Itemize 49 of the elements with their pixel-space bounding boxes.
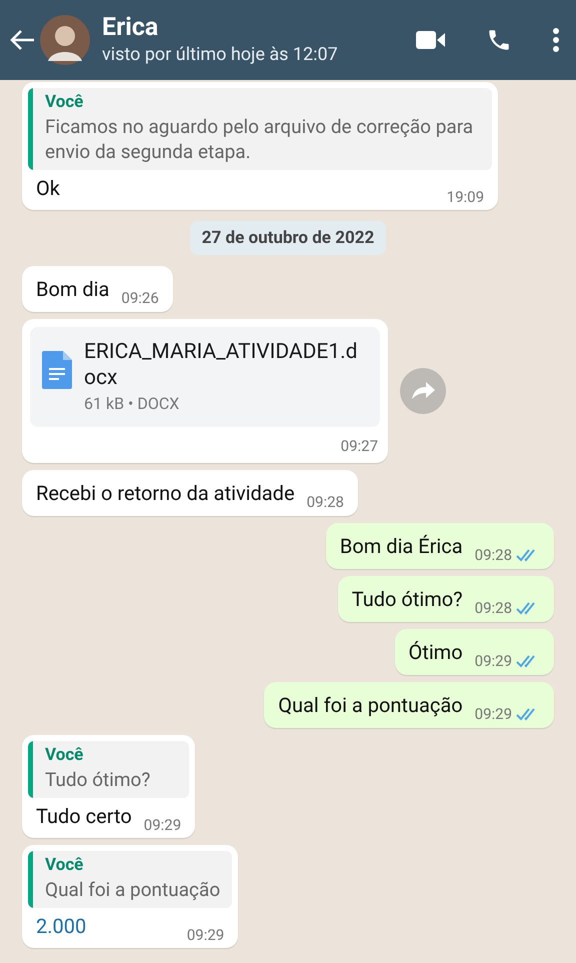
message-time: 19:09 — [446, 188, 484, 206]
message-bubble[interactable]: Você Ficamos no aguardo pelo arquivo de correção para envio da segunda etapa. Ok 19:09 — [22, 82, 498, 210]
message-time: 09:26 — [121, 289, 159, 307]
message-bubble[interactable]: Tudo ótimo? 09:28 — [338, 576, 554, 622]
contact-name: Erica — [102, 13, 160, 43]
message-text: Recebi o retorno da atividade — [36, 480, 295, 507]
more-options-icon[interactable] — [552, 28, 560, 52]
message-text: Qual foi a pontuação — [278, 692, 463, 719]
message-text: 2.000 — [36, 913, 86, 940]
quote-author: Você — [45, 91, 84, 114]
file-details: 61 kB • DOCX — [84, 393, 180, 415]
message-time: 09:29 — [474, 705, 512, 723]
message-bubble[interactable]: Você Tudo ótimo? Tudo certo 09:29 — [22, 735, 196, 838]
video-call-icon[interactable] — [416, 30, 446, 50]
last-seen-status: visto por último hoje às 12:07 — [102, 43, 339, 67]
file-name: ERICA_MARIA_ATIVIDADE1.docx — [84, 339, 359, 391]
quoted-message[interactable]: Você Tudo ótimo? — [28, 741, 190, 798]
avatar[interactable] — [40, 15, 90, 65]
message-text: Ótimo — [408, 639, 463, 666]
message-bubble[interactable]: Qual foi a pontuação 09:29 — [264, 682, 554, 728]
quote-text: Qual foi a pontuação — [45, 877, 220, 902]
message-bubble[interactable]: Bom dia Érica 09:28 — [326, 523, 554, 569]
message-time: 09:29 — [186, 926, 224, 944]
message-bubble[interactable]: Bom dia 09:26 — [22, 266, 173, 312]
quoted-message[interactable]: Você Qual foi a pontuação — [28, 851, 232, 908]
message-text: Tudo certo — [36, 803, 132, 830]
document-icon — [42, 351, 72, 389]
quote-author: Você — [45, 854, 84, 877]
message-time: 09:28 — [474, 599, 512, 617]
message-text: Tudo ótimo? — [352, 586, 463, 613]
quote-text: Tudo ótimo? — [45, 767, 150, 792]
message-text: Bom dia — [36, 276, 110, 303]
message-bubble[interactable]: Recebi o retorno da atividade 09:28 — [22, 470, 358, 516]
message-time: 09:29 — [474, 652, 512, 670]
file-attachment[interactable]: ERICA_MARIA_ATIVIDADE1.docx 61 kB • DOCX — [30, 327, 380, 427]
message-time: 09:29 — [144, 816, 182, 834]
message-text: Ok — [36, 175, 60, 202]
message-bubble[interactable]: Você Qual foi a pontuação 2.000 09:29 — [22, 845, 238, 948]
back-arrow-icon[interactable] — [8, 28, 36, 52]
quote-author: Você — [45, 744, 84, 767]
quoted-message[interactable]: Você Ficamos no aguardo pelo arquivo de correção para envio da segunda etapa. — [28, 88, 492, 170]
file-message-bubble[interactable]: ERICA_MARIA_ATIVIDADE1.docx 61 kB • DOCX 09:27 — [22, 319, 388, 463]
quote-text: Ficamos no aguardo pelo arquivo de correção para envio da segunda etapa. — [45, 114, 474, 164]
message-bubble[interactable]: Ótimo 09:29 — [394, 629, 554, 675]
message-text: Bom dia Érica — [340, 533, 463, 560]
message-time: 09:28 — [306, 493, 344, 511]
message-time: 09:27 — [340, 437, 378, 455]
message-time: 09:28 — [474, 546, 512, 564]
date-chip: 27 de outubro de 2022 — [190, 221, 386, 255]
